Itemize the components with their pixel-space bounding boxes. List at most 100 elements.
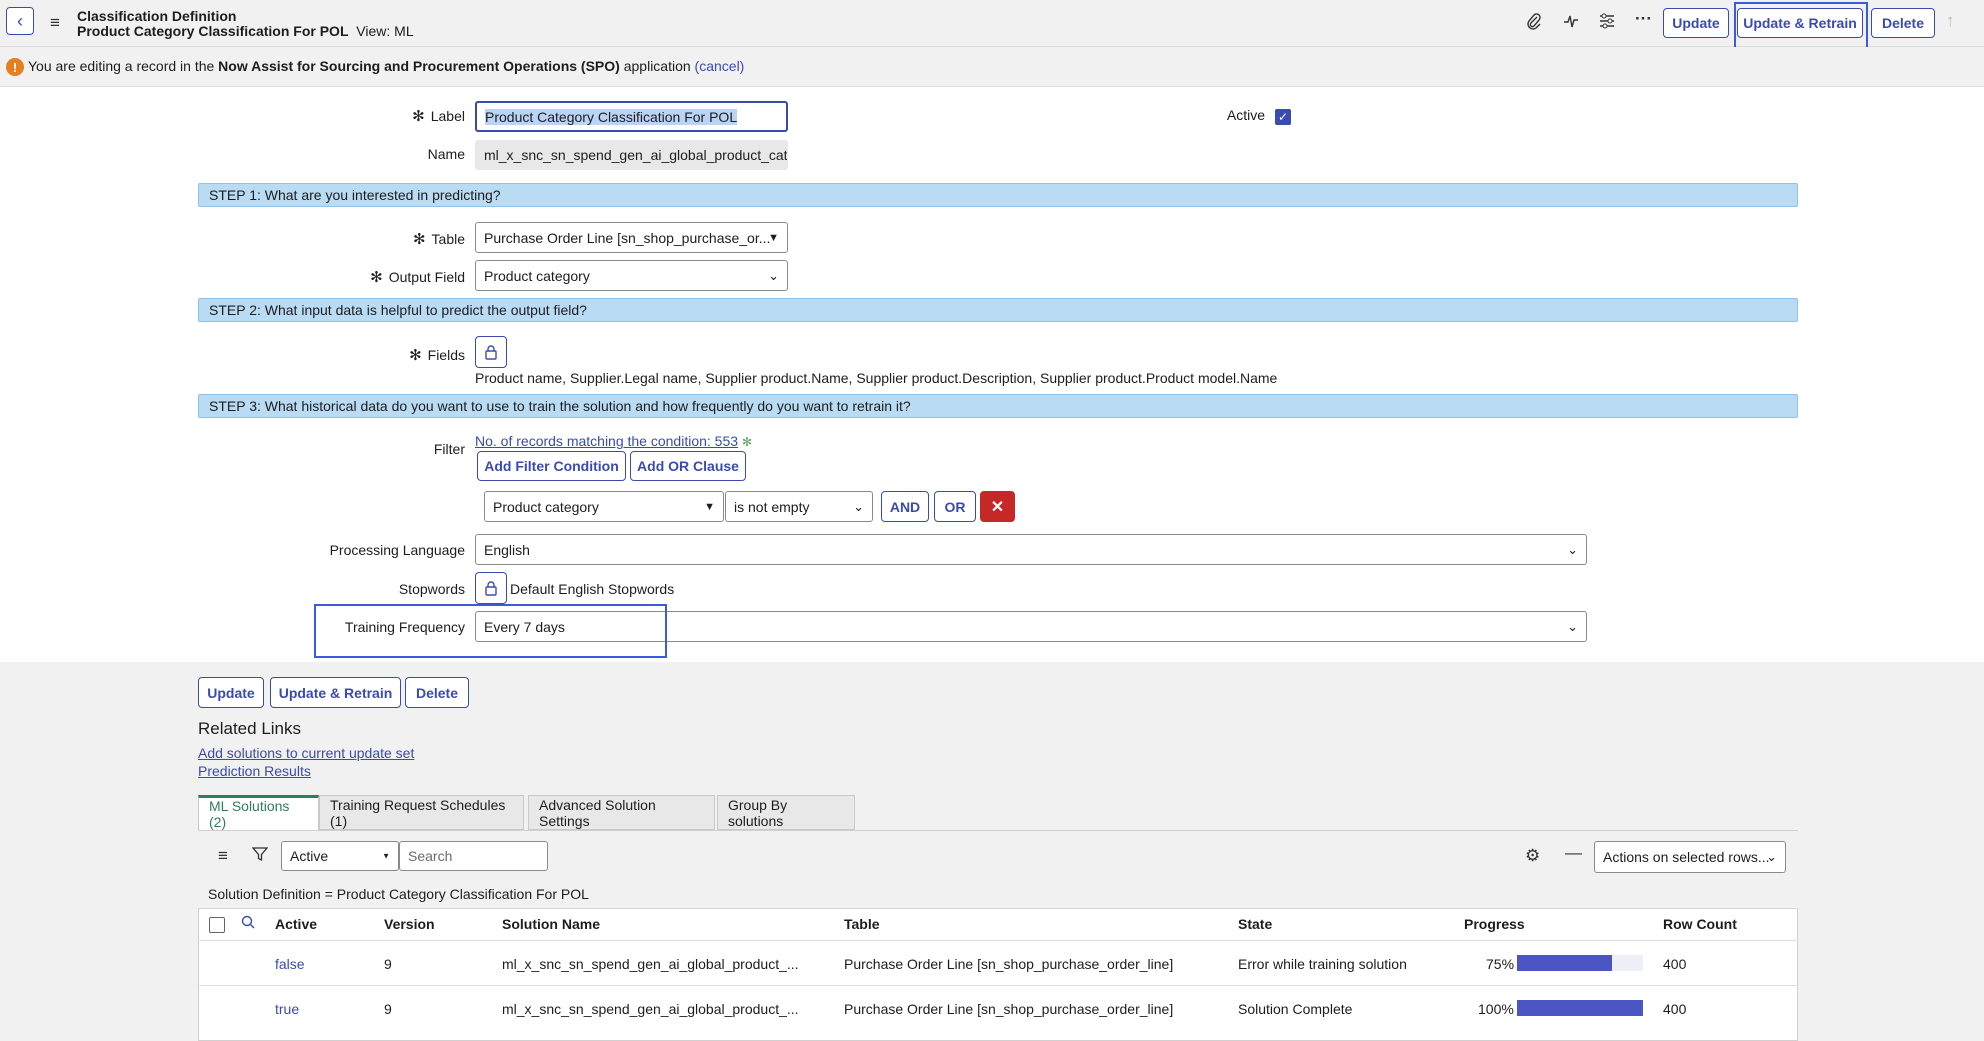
- lock-icon: [485, 345, 497, 360]
- add-or-clause-button[interactable]: Add OR Clause: [630, 451, 746, 481]
- paperclip-icon[interactable]: [1526, 12, 1542, 35]
- filter-count-link[interactable]: No. of records matching the condition: 5…: [475, 433, 738, 449]
- row2-table: Purchase Order Line [sn_shop_purchase_or…: [844, 1001, 1174, 1017]
- settings-sliders-icon[interactable]: [1598, 12, 1616, 35]
- column-header-progress[interactable]: Progress: [1464, 916, 1525, 932]
- condition-field-select[interactable]: Product category ▼: [484, 491, 724, 522]
- column-header-solution-name[interactable]: Solution Name: [502, 916, 600, 932]
- row1-progress-fill: [1517, 955, 1612, 971]
- label-text: Label: [430, 108, 465, 124]
- activity-icon[interactable]: [1563, 12, 1579, 35]
- output-field-select[interactable]: Product category ⌄: [475, 260, 788, 291]
- column-header-row-count[interactable]: Row Count: [1663, 916, 1737, 932]
- actions-select[interactable]: Actions on selected rows... ⌄: [1594, 841, 1786, 873]
- row-divider: [198, 985, 1798, 986]
- update-retrain-button[interactable]: Update & Retrain: [270, 677, 401, 708]
- banner-app-name: Now Assist for Sourcing and Procurement …: [218, 58, 620, 74]
- add-filter-condition-button[interactable]: Add Filter Condition: [477, 451, 626, 481]
- gear-icon[interactable]: ⚙: [1525, 846, 1540, 866]
- output-field-label: ✻ Output Field: [300, 268, 465, 286]
- row2-progress-fill: [1517, 1000, 1643, 1016]
- name-field: ml_x_snc_sn_spend_gen_ai_global_product_…: [475, 140, 788, 170]
- prediction-results-link[interactable]: Prediction Results: [198, 763, 311, 779]
- chevron-down-icon: ⌄: [1567, 541, 1578, 557]
- record-name: Product Category Classification For POL: [77, 23, 349, 39]
- row2-active-link[interactable]: true: [275, 1001, 299, 1017]
- required-icon: ✻: [412, 108, 425, 125]
- caret-down-icon: ▼: [768, 231, 779, 244]
- header-delete-button[interactable]: Delete: [1871, 8, 1935, 38]
- table-select[interactable]: Purchase Order Line [sn_shop_purchase_or…: [475, 222, 788, 253]
- arrow-up-icon[interactable]: ↑: [1946, 11, 1955, 31]
- tab-ml-solutions[interactable]: ML Solutions (2): [198, 795, 319, 830]
- select-all-checkbox[interactable]: [209, 917, 225, 933]
- filter-icon[interactable]: [251, 846, 269, 867]
- row2-solution-name: ml_x_snc_sn_spend_gen_ai_global_product_…: [502, 1001, 799, 1017]
- active-checkbox[interactable]: ✓: [1275, 109, 1291, 125]
- step2-header: STEP 2: What input data is helpful to pr…: [198, 298, 1798, 322]
- table-field-label: ✻ Table: [300, 230, 465, 248]
- required-icon: ✻: [412, 231, 426, 248]
- tab-advanced-solution-settings[interactable]: Advanced Solution Settings: [528, 795, 715, 830]
- condition-field-value: Product category: [493, 498, 599, 515]
- tab-training-request-schedules[interactable]: Training Request Schedules (1): [319, 795, 524, 830]
- processing-language-select[interactable]: English ⌄: [475, 534, 1587, 565]
- refresh-icon[interactable]: ✻: [742, 435, 752, 449]
- collapse-icon[interactable]: —: [1565, 843, 1582, 863]
- row1-active-link[interactable]: false: [275, 956, 305, 972]
- list-menu-icon[interactable]: ≡: [218, 846, 228, 866]
- fields-value: Product name, Supplier.Legal name, Suppl…: [475, 370, 1278, 386]
- row1-progress-label: 75%: [1486, 956, 1515, 972]
- column-header-table[interactable]: Table: [844, 916, 880, 932]
- banner-cancel-link[interactable]: (cancel): [695, 58, 745, 74]
- record-name-title: Product Category Classification For POL …: [77, 23, 414, 39]
- table-value: Purchase Order Line [sn_shop_purchase_or…: [484, 229, 771, 246]
- warning-icon: !: [6, 58, 24, 76]
- column-header-version[interactable]: Version: [384, 916, 435, 932]
- label-input[interactable]: Product Category Classification For POL: [475, 101, 788, 132]
- row1-solution-name: ml_x_snc_sn_spend_gen_ai_global_product_…: [502, 956, 799, 972]
- search-icon[interactable]: [241, 915, 255, 932]
- condition-operator-select[interactable]: is not empty ⌄: [725, 491, 873, 522]
- back-button[interactable]: ‹: [6, 7, 34, 35]
- caret-down-icon: ▼: [382, 851, 390, 861]
- tab-group-by-solutions[interactable]: Group By solutions: [717, 795, 855, 830]
- column-header-active[interactable]: Active: [275, 916, 317, 932]
- banner-suffix: application: [623, 58, 691, 74]
- name-label: Name: [427, 146, 465, 162]
- required-icon: ✻: [409, 347, 422, 364]
- row-divider: [198, 940, 1798, 941]
- more-icon[interactable]: ···: [1635, 9, 1652, 29]
- fields-field-label: ✻ Fields: [300, 346, 465, 364]
- stopwords-lock-button[interactable]: [475, 572, 507, 604]
- list-search-input[interactable]: Search: [399, 841, 548, 871]
- required-icon: ✻: [370, 269, 383, 286]
- and-button[interactable]: AND: [881, 491, 929, 522]
- chevron-down-icon: ⌄: [1766, 849, 1777, 864]
- column-header-state[interactable]: State: [1238, 916, 1272, 932]
- row2-version: 9: [384, 1001, 392, 1017]
- actions-select-value: Actions on selected rows...: [1603, 849, 1770, 865]
- caret-down-icon: ▼: [704, 500, 715, 513]
- stopwords-label: Stopwords: [398, 581, 465, 597]
- update-button[interactable]: Update: [198, 677, 264, 708]
- active-label: Active: [1226, 107, 1265, 123]
- or-button[interactable]: OR: [934, 491, 976, 522]
- header-update-button[interactable]: Update: [1663, 8, 1729, 38]
- row1-table: Purchase Order Line [sn_shop_purchase_or…: [844, 956, 1174, 972]
- add-solutions-link[interactable]: Add solutions to current update set: [198, 745, 414, 761]
- table-label-text: Table: [431, 231, 465, 247]
- condition-operator-value: is not empty: [734, 498, 810, 515]
- list-filter-select[interactable]: Active ▼: [281, 841, 399, 871]
- delete-condition-button[interactable]: ✕: [980, 491, 1015, 522]
- highlight-box: [314, 604, 667, 658]
- hamburger-menu-icon[interactable]: ≡: [50, 13, 60, 33]
- delete-button[interactable]: Delete: [405, 677, 469, 708]
- banner-prefix: You are editing a record in the: [28, 58, 215, 74]
- row1-version: 9: [384, 956, 392, 972]
- fields-lock-button[interactable]: [475, 336, 507, 368]
- row1-state: Error while training solution: [1238, 956, 1407, 972]
- step3-header: STEP 3: What historical data do you want…: [198, 394, 1798, 418]
- label-field-label: ✻ Label: [300, 107, 465, 125]
- check-icon: ✓: [1277, 110, 1289, 124]
